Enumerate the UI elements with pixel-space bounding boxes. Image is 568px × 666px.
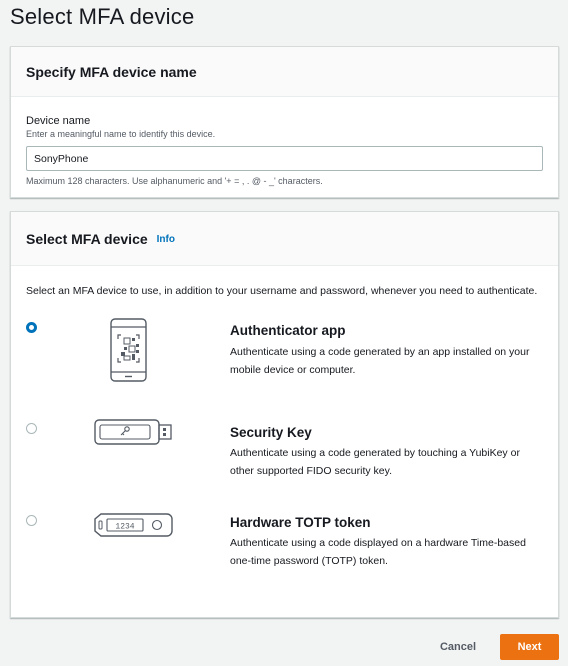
next-button[interactable]: Next	[500, 634, 559, 660]
info-link[interactable]: Info	[157, 234, 175, 245]
option-description: Authenticate using a code displayed on a…	[230, 537, 526, 567]
option-title: Security Key	[230, 425, 312, 440]
option-authenticator-app[interactable]: Authenticator app Authenticate using a c…	[11, 316, 558, 396]
panel-header: Specify MFA device name	[11, 47, 558, 97]
device-name-label: Device name	[26, 115, 91, 127]
option-description: Authenticate using a code generated by a…	[230, 346, 530, 376]
option-description: Authenticate using a code generated by t…	[230, 447, 520, 477]
panel-header: Select MFA device Info	[11, 212, 558, 266]
intro-text: Select an MFA device to use, in addition…	[26, 285, 538, 297]
device-name-input[interactable]	[26, 146, 543, 171]
token-display-text: 1234	[115, 523, 134, 532]
page-title: Select MFA device	[10, 4, 195, 29]
mfa-device-heading: Select MFA device	[26, 230, 148, 247]
totp-token-icon: 1234	[91, 510, 175, 545]
device-name-constraint: Maximum 128 characters. Use alphanumeric…	[26, 176, 323, 186]
mfa-device-panel: Select MFA device Info Select an MFA dev…	[10, 211, 559, 618]
option-security-key[interactable]: Security Key Authenticate using a code g…	[11, 412, 558, 482]
radio-authenticator-app[interactable]	[26, 322, 37, 333]
cancel-button[interactable]: Cancel	[428, 634, 488, 660]
device-name-panel: Specify MFA device name Device name Ente…	[10, 46, 559, 198]
radio-hardware-totp[interactable]	[26, 515, 37, 526]
device-name-heading: Specify MFA device name	[26, 63, 197, 80]
option-hardware-totp[interactable]: 1234 Hardware TOTP token Authenticate us…	[11, 510, 558, 580]
radio-security-key[interactable]	[26, 423, 37, 434]
device-name-description: Enter a meaningful name to identify this…	[26, 129, 216, 139]
option-title: Hardware TOTP token	[230, 515, 371, 530]
option-title: Authenticator app	[230, 323, 346, 338]
phone-qr-icon	[91, 316, 159, 389]
security-key-icon	[91, 416, 175, 453]
